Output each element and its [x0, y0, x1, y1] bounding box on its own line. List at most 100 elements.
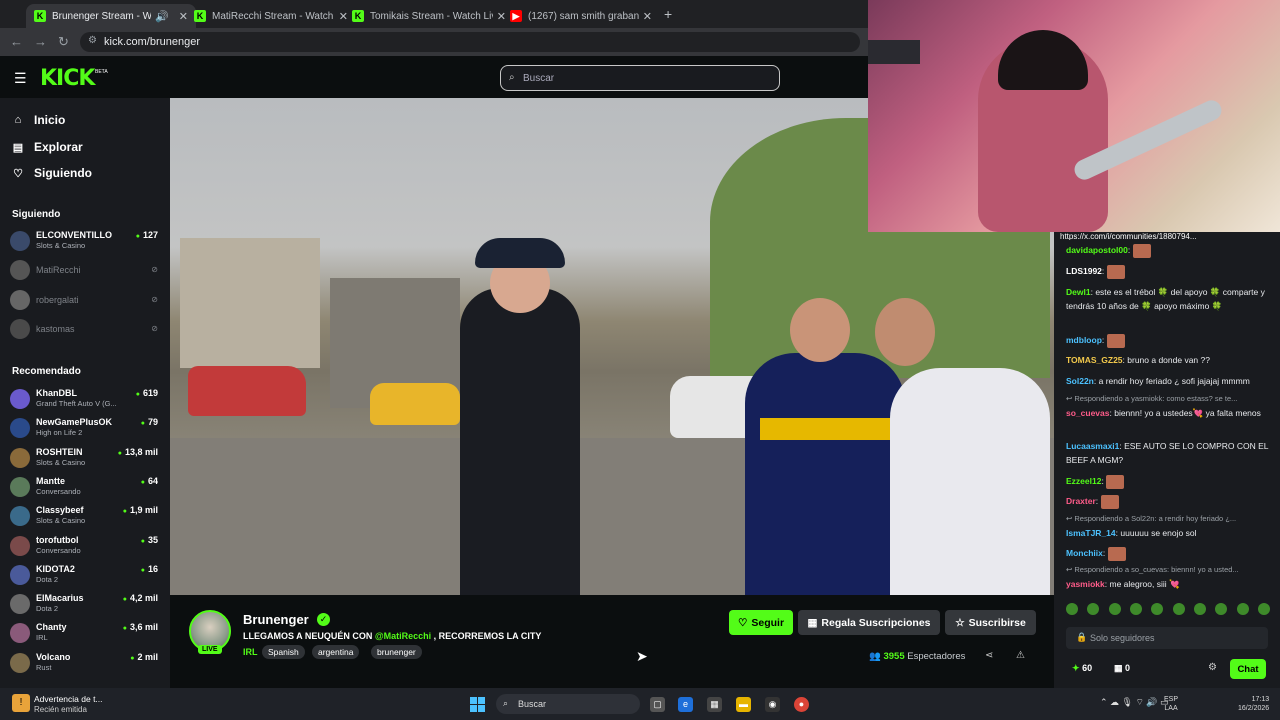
- browser-tab-youtube[interactable]: ▶ (1267) sam smith grabando en ✕: [502, 4, 660, 28]
- chat-username[interactable]: Lucaasmaxi1: [1066, 441, 1119, 451]
- folder-icon[interactable]: ▬: [736, 697, 751, 712]
- recommended-channel[interactable]: MantteConversando 64: [10, 475, 160, 501]
- recommended-channel[interactable]: VolcanoRust 2 mil: [10, 651, 160, 677]
- stream-title-mention[interactable]: @MatiRecchi: [375, 631, 431, 641]
- windows-start-icon[interactable]: [470, 697, 485, 712]
- pinned-link[interactable]: https://x.com/i/communities/1880794...: [1060, 232, 1274, 240]
- language-indicator[interactable]: ESP LAA: [1164, 695, 1178, 713]
- site-info-icon[interactable]: ⚙: [88, 35, 97, 46]
- chrome-icon[interactable]: ●: [794, 697, 809, 712]
- report-warning-icon[interactable]: ⚠: [1016, 650, 1025, 661]
- video-scene-person-head: [790, 298, 850, 362]
- browser-tab-brunenger[interactable]: K Brunenger Stream - Watch Live 🔊 ✕: [26, 4, 196, 28]
- chat-username[interactable]: yasmiokk: [1066, 579, 1105, 589]
- subscribe-button[interactable]: ☆ Suscribirse: [945, 610, 1036, 635]
- following-channel-matirecchi[interactable]: MatiRecchi ⊘: [10, 258, 160, 284]
- emote-icon[interactable]: [1193, 603, 1206, 615]
- emote-icon[interactable]: [1215, 603, 1228, 615]
- sidebar-item-inicio[interactable]: ⌂ Inicio: [12, 113, 66, 127]
- hamburger-menu-icon[interactable]: ☰: [14, 70, 27, 87]
- reload-icon[interactable]: ↻: [58, 34, 69, 50]
- sidebar-item-explorar[interactable]: ▤ Explorar: [12, 140, 83, 154]
- chat-username[interactable]: Draxter: [1066, 496, 1096, 506]
- chat-username[interactable]: TOMAS_GZ25: [1066, 355, 1123, 365]
- chat-reply-context: ↩ Respondiendo a yasmiokk: como estass? …: [1066, 394, 1270, 403]
- speaker-icon[interactable]: 🔊: [155, 10, 169, 23]
- store-icon[interactable]: ▦: [707, 697, 722, 712]
- chat-username[interactable]: Ezzeel12: [1066, 476, 1101, 486]
- channel-name: Chanty: [36, 622, 67, 633]
- emote-icon[interactable]: [1066, 603, 1078, 615]
- chat-username[interactable]: Sol22n: [1066, 376, 1094, 386]
- chat-username[interactable]: LDS1992: [1066, 266, 1102, 276]
- back-arrow-icon[interactable]: ←: [10, 34, 23, 49]
- emote-icon[interactable]: [1151, 603, 1164, 615]
- reply-text: Respondiendo a Sol22n: a rendir hoy feri…: [1074, 514, 1237, 523]
- channel-name[interactable]: Brunenger: [243, 612, 309, 627]
- forward-arrow-icon[interactable]: →: [34, 34, 47, 49]
- gear-icon[interactable]: ⚙: [1208, 662, 1217, 673]
- follow-button[interactable]: ♡ Seguir: [729, 610, 793, 635]
- chat-username[interactable]: so_cuevas: [1066, 408, 1109, 418]
- new-tab-button[interactable]: +: [664, 6, 672, 22]
- emote-icon[interactable]: [1172, 603, 1185, 615]
- channel-name: ROSHTEIN: [36, 446, 83, 457]
- emote-icon[interactable]: [1108, 603, 1121, 615]
- chat-send-button[interactable]: Chat: [1230, 659, 1266, 679]
- chat-username[interactable]: mdbloop: [1066, 335, 1102, 345]
- stream-tag[interactable]: Spanish: [262, 645, 305, 659]
- chat-username[interactable]: IsmaTJR_14: [1066, 528, 1116, 538]
- emote-icon[interactable]: [1236, 603, 1249, 615]
- recommended-channel[interactable]: ElMacariusDota 2 4,2 mil: [10, 592, 160, 618]
- system-tray[interactable]: ⌃ ☁ 🎙 ⌔ 🔊 ▭: [1100, 697, 1169, 708]
- stream-category[interactable]: IRL: [243, 647, 258, 657]
- notification-title[interactable]: Advertencia de t...: [34, 694, 103, 704]
- chat-input[interactable]: Solo seguidores: [1066, 627, 1268, 649]
- recommended-channel[interactable]: KIDOTA2Dota 2 16: [10, 563, 160, 589]
- chat-username[interactable]: Monchiix: [1066, 548, 1103, 558]
- task-view-icon[interactable]: ▢: [650, 697, 665, 712]
- warning-notification-icon[interactable]: !: [12, 694, 30, 712]
- kick-favicon-icon: K: [352, 10, 364, 22]
- kick-logo[interactable]: KICK: [40, 66, 95, 91]
- recommended-channel[interactable]: ClassybeefSlots & Casino 1,9 mil: [10, 504, 160, 530]
- close-tab-icon[interactable]: ✕: [643, 10, 652, 23]
- gift-subs-button[interactable]: ▦ Regala Suscripciones: [798, 610, 940, 635]
- emote-icon[interactable]: [1129, 603, 1142, 615]
- emote-icon[interactable]: [1087, 603, 1100, 615]
- emote-bar[interactable]: [1066, 603, 1270, 617]
- stream-tag[interactable]: argentina: [312, 645, 360, 659]
- gift-count[interactable]: ▦ 0: [1114, 663, 1130, 674]
- chat-username[interactable]: davidapostol00: [1066, 245, 1128, 255]
- following-channel-kastomas[interactable]: kastomas ⊘: [10, 317, 160, 343]
- channel-name: NewGamePlusOK: [36, 417, 113, 428]
- chat-reply-context: ↩ Respondiendo a Sol22n: a rendir hoy fe…: [1066, 514, 1270, 523]
- recommended-channel[interactable]: NewGamePlusOKHigh on Life 2 79: [10, 416, 160, 442]
- edge-icon[interactable]: e: [678, 697, 693, 712]
- share-icon[interactable]: ⋖: [985, 650, 993, 661]
- channel-name: KIDOTA2: [36, 563, 75, 574]
- recommended-channel[interactable]: torofutbolConversando 35: [10, 534, 160, 560]
- sidebar-item-siguiendo[interactable]: ♡ Siguiendo: [12, 166, 92, 180]
- url-field[interactable]: kick.com/brunenger: [80, 32, 860, 52]
- following-channel-elconventillo[interactable]: ELCONVENTILLO Slots & Casino 127: [10, 229, 160, 255]
- following-channel-robergalati[interactable]: robergalati ⊘: [10, 288, 160, 314]
- avatar: [10, 389, 30, 409]
- taskbar-clock[interactable]: 17:13 16/2/2026: [1238, 695, 1269, 713]
- app-icon[interactable]: ◉: [765, 697, 780, 712]
- browser-tab-tomikais[interactable]: K Tomikais Stream - Watch Live o ✕: [344, 4, 514, 28]
- channel-points[interactable]: ✦ 60: [1072, 663, 1092, 674]
- recommended-channel[interactable]: ROSHTEINSlots & Casino 13,8 mil: [10, 446, 160, 472]
- taskbar-search[interactable]: Buscar: [496, 694, 640, 714]
- stream-tag[interactable]: brunenger: [371, 645, 422, 659]
- chat-username[interactable]: Dewl1: [1066, 287, 1091, 297]
- recommended-channel[interactable]: KhanDBLGrand Theft Auto V (G... 619: [10, 387, 160, 413]
- channel-category: Slots & Casino: [36, 241, 86, 250]
- points-value: 60: [1082, 663, 1093, 673]
- emote-icon[interactable]: [1257, 603, 1270, 615]
- recommended-channel[interactable]: ChantyIRL 3,6 mil: [10, 621, 160, 647]
- browser-tab-matirecchi[interactable]: K MatiRecchi Stream - Watch Live ✕: [186, 4, 356, 28]
- tab-title: Brunenger Stream - Watch Live: [52, 10, 152, 22]
- search-input[interactable]: Buscar: [500, 65, 780, 91]
- windows-taskbar: [0, 688, 1280, 720]
